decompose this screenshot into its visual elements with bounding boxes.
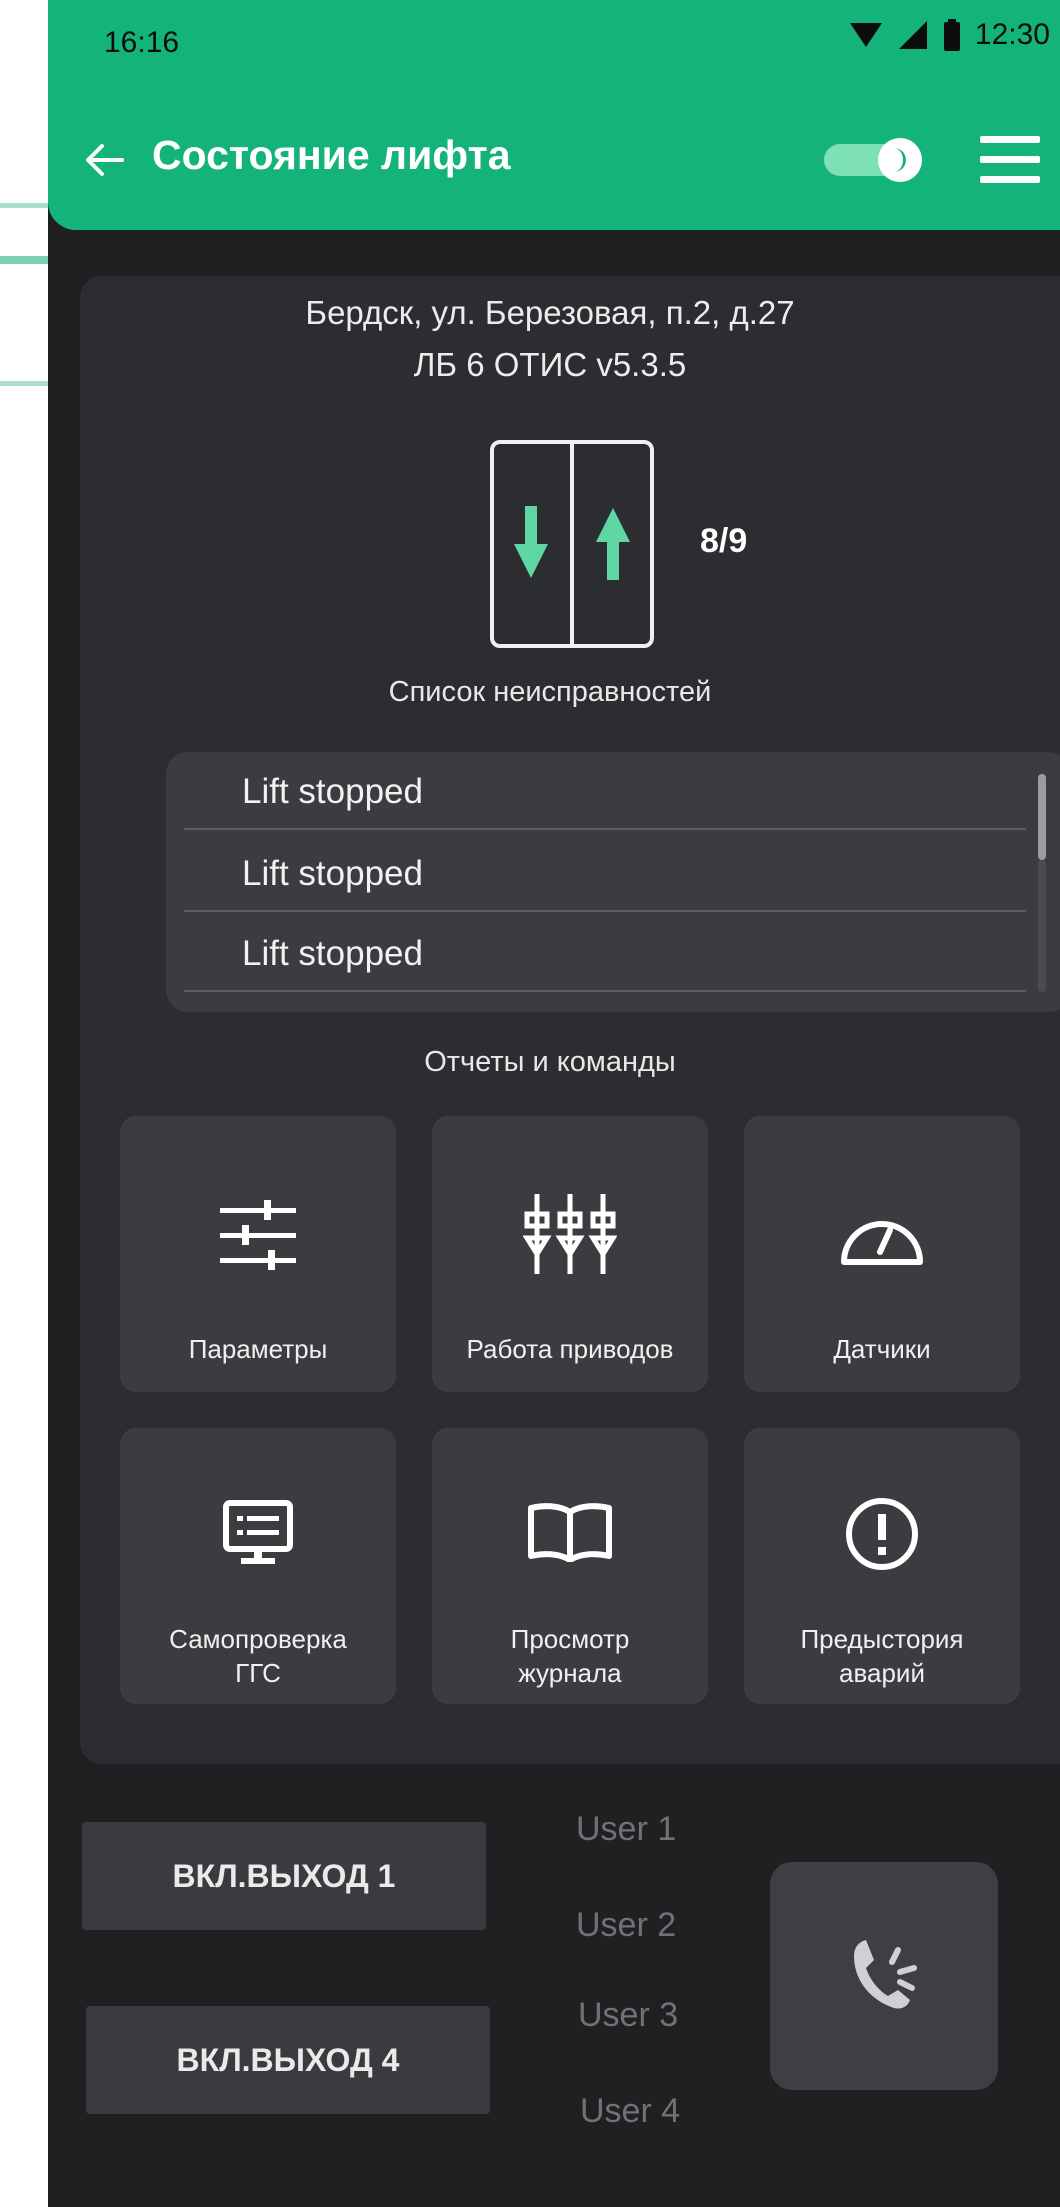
output-4-button[interactable]: ВКЛ.ВЫХОД 4 <box>86 2006 490 2114</box>
list-item[interactable]: Lift stopped <box>184 752 1026 830</box>
app-bar: 16:16 12:30 Состояние лифта <box>48 0 1060 230</box>
lift-doors-icon <box>490 440 654 648</box>
journal-tile[interactable]: Просмотр журнала <box>432 1428 708 1704</box>
status-time-right: 12:30 <box>974 18 1050 51</box>
floor-indicator: 8/9 <box>700 522 748 560</box>
sensors-tile[interactable]: Датчики <box>744 1116 1020 1392</box>
self-test-tile[interactable]: Самопроверка ГГС <box>120 1428 396 1704</box>
arrow-up-icon <box>596 508 630 580</box>
alert-icon <box>846 1498 918 1570</box>
tile-label: Работа приводов <box>466 1334 674 1364</box>
tile-label: Просмотр журнала <box>510 1624 630 1688</box>
user-1-label: User 1 <box>576 1810 677 1848</box>
back-arrow-icon[interactable] <box>82 138 126 182</box>
tile-label: Датчики <box>833 1334 931 1364</box>
divider <box>0 381 48 386</box>
reports-label: Отчеты и команды <box>424 1046 676 1078</box>
drives-icon <box>523 1194 617 1274</box>
lift-address: Бердск, ул. Березовая, п.2, д.27 <box>305 294 795 331</box>
monitor-icon <box>223 1500 293 1564</box>
sliders-icon <box>220 1200 296 1270</box>
fault-label: Lift stopped <box>242 854 423 893</box>
scrollbar-track[interactable] <box>1038 860 1046 992</box>
output-1-button[interactable]: ВКЛ.ВЫХОД 1 <box>82 1822 486 1930</box>
list-item[interactable]: Lift stopped <box>184 834 1026 912</box>
user-3-label: User 3 <box>578 1996 679 2034</box>
menu-icon[interactable] <box>978 134 1042 186</box>
book-icon <box>528 1503 612 1562</box>
list-item[interactable]: Lift stopped <box>184 914 1026 992</box>
tile-label: Самопроверка ГГС <box>169 1624 347 1688</box>
left-strip <box>0 0 48 2207</box>
parameters-tile[interactable]: Параметры <box>120 1116 396 1392</box>
page-title: Состояние лифта <box>152 132 511 178</box>
fault-label: Lift stopped <box>242 934 423 973</box>
call-button[interactable] <box>770 1862 998 2090</box>
signal-icon <box>898 21 927 49</box>
accident-history-tile[interactable]: Предыстория аварий <box>744 1428 1020 1704</box>
status-time: 16:16 <box>104 26 180 59</box>
fault-label: Lift stopped <box>242 772 423 811</box>
wifi-icon <box>849 23 882 47</box>
tile-label: Параметры <box>188 1334 328 1364</box>
divider <box>0 256 48 264</box>
fault-list[interactable]: Lift stopped Lift stopped Lift stopped <box>166 752 1060 1012</box>
phone-ringing-icon <box>854 1940 917 2009</box>
scrollbar-thumb[interactable] <box>1038 774 1046 860</box>
faults-label: Список неисправностей <box>388 676 712 708</box>
user-2-label: User 2 <box>576 1906 677 1944</box>
night-mode-toggle[interactable] <box>824 138 926 182</box>
battery-icon <box>943 19 960 51</box>
tile-label: Предыстория аварий <box>800 1624 964 1688</box>
user-4-label: User 4 <box>580 2092 681 2130</box>
divider <box>0 203 48 208</box>
status-icons: 12:30 <box>849 18 1050 52</box>
phone-screen: 16:16 12:30 Состояние лифта Бердск, ул. … <box>48 0 1060 2207</box>
controller-version: ЛБ 6 ОТИС v5.3.5 <box>413 346 687 383</box>
drives-tile[interactable]: Работа приводов <box>432 1116 708 1392</box>
gauge-icon <box>841 1221 923 1265</box>
arrow-down-icon <box>514 506 548 578</box>
